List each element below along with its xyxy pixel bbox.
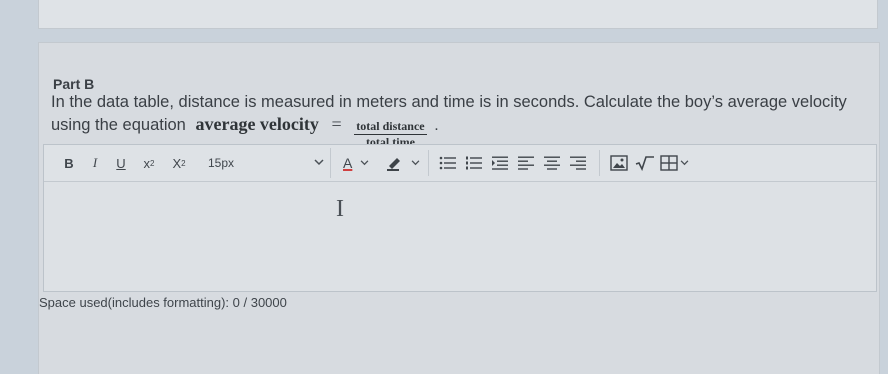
subscript-sub: 2 bbox=[181, 158, 186, 168]
question-card: Part B In the data table, distance is me… bbox=[38, 42, 880, 374]
insert-table-icon[interactable] bbox=[658, 150, 680, 176]
highlight-color-button[interactable] bbox=[381, 150, 420, 176]
toolbar-divider bbox=[599, 150, 601, 176]
equation-period: . bbox=[434, 117, 439, 134]
underline-button[interactable]: U bbox=[108, 156, 134, 171]
text-color-icon: A bbox=[343, 155, 353, 171]
numbered-list-icon[interactable] bbox=[461, 150, 487, 176]
question-text: In the data table, distance is measured … bbox=[51, 91, 871, 149]
bold-button[interactable]: B bbox=[56, 156, 82, 171]
highlighter-icon bbox=[381, 150, 407, 176]
space-used-counter: Space used(includes formatting): 0 / 300… bbox=[39, 295, 287, 310]
bullet-list-icon[interactable] bbox=[435, 150, 461, 176]
insert-image-icon[interactable] bbox=[606, 150, 632, 176]
align-left-icon[interactable] bbox=[513, 150, 539, 176]
chevron-down-icon bbox=[314, 158, 324, 169]
part-label: Part B bbox=[53, 76, 95, 92]
equation-term: average velocity bbox=[195, 114, 319, 134]
chevron-down-icon bbox=[411, 158, 420, 169]
editor-toolbar: B I U x2 X2 15px A bbox=[44, 145, 876, 182]
chevron-down-icon[interactable] bbox=[680, 158, 689, 169]
font-size-value: 15px bbox=[208, 156, 235, 170]
align-right-icon[interactable] bbox=[565, 150, 591, 176]
subscript-base: X bbox=[172, 155, 182, 171]
superscript-button[interactable]: x2 bbox=[134, 156, 164, 171]
text-color-button[interactable]: A bbox=[343, 155, 369, 171]
previous-card bbox=[38, 0, 878, 29]
text-cursor-icon: I bbox=[336, 196, 344, 222]
question-body: In the data table, distance is measured … bbox=[51, 93, 847, 134]
fraction-numerator: total distance bbox=[354, 119, 427, 135]
editor-content-area[interactable]: I bbox=[44, 182, 876, 291]
italic-button[interactable]: I bbox=[82, 155, 108, 171]
superscript-exp: 2 bbox=[150, 158, 155, 168]
align-center-icon[interactable] bbox=[539, 150, 565, 176]
font-size-select[interactable]: 15px bbox=[202, 148, 331, 178]
rich-text-editor: B I U x2 X2 15px A I bbox=[43, 144, 877, 292]
chevron-down-icon bbox=[360, 158, 369, 169]
subscript-button[interactable]: X2 bbox=[164, 156, 194, 171]
equation-sign: = bbox=[331, 114, 342, 134]
square-root-icon[interactable] bbox=[632, 150, 658, 176]
indent-icon[interactable] bbox=[487, 150, 513, 176]
toolbar-divider bbox=[428, 150, 430, 176]
